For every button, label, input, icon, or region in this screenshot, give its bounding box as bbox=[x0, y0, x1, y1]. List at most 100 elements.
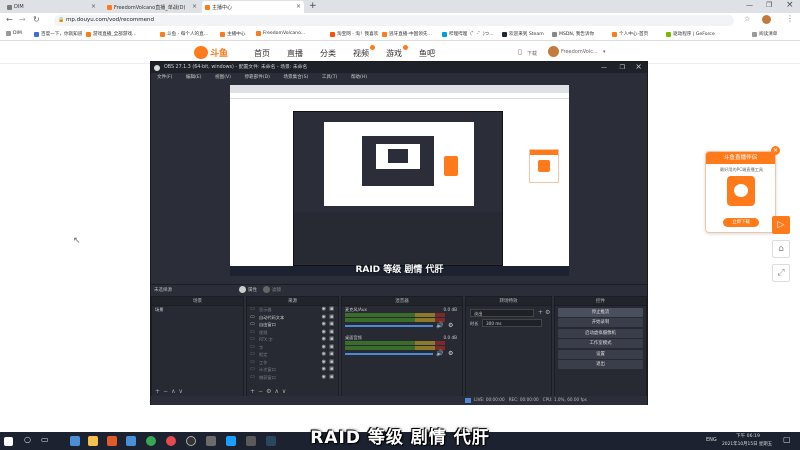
download-link[interactable]: 下载 bbox=[527, 50, 537, 57]
profile-avatar[interactable] bbox=[762, 15, 771, 24]
volume-slider[interactable] bbox=[345, 353, 433, 355]
source-item[interactable]: ▭ 视频 ◉ ▣ bbox=[247, 329, 338, 337]
volume-slider[interactable] bbox=[345, 325, 433, 327]
source-item[interactable]: ▭ 捕获窗口 ◉ ▣ bbox=[247, 374, 338, 382]
eye-icon[interactable]: ◉ bbox=[322, 374, 326, 382]
exit-button[interactable]: 退出 bbox=[558, 360, 643, 369]
bookmark-item[interactable]: 游戏直播_全部游戏... bbox=[86, 31, 136, 37]
douyu-logo[interactable]: 斗鱼 bbox=[194, 44, 238, 61]
duration-field[interactable]: 300 ms bbox=[482, 319, 542, 327]
source-item[interactable]: ▭ 框定 ◉ ▣ bbox=[247, 351, 338, 359]
source-item[interactable]: ▭ RTX 字 ◉ ▣ bbox=[247, 336, 338, 344]
eye-icon[interactable]: ◉ bbox=[322, 344, 326, 352]
stop-streaming-button[interactable]: 停止推流 bbox=[558, 307, 643, 317]
lock-icon[interactable]: ▣ bbox=[329, 336, 334, 344]
download-button[interactable]: 立即下载 bbox=[723, 218, 759, 227]
bookmark-item[interactable]: 驱动程序 | GeForce bbox=[666, 31, 715, 37]
bookmark-item[interactable]: 主播中心 bbox=[220, 31, 245, 37]
source-item[interactable]: ▭ 自由窗口 ◉ ▣ bbox=[247, 321, 338, 329]
nav-live[interactable]: 直播 bbox=[287, 48, 303, 59]
gear-icon[interactable]: ⚙ bbox=[448, 322, 453, 329]
transition-select[interactable]: 淡出 bbox=[470, 309, 534, 317]
star-icon[interactable]: ☆ bbox=[744, 15, 750, 23]
username[interactable]: FreedomVolc... bbox=[561, 49, 598, 55]
expand-icon[interactable]: ⤢ bbox=[772, 264, 790, 282]
nav-games[interactable]: 游戏 bbox=[386, 48, 402, 59]
bookmark-item[interactable]: 斗鱼 - 每个人的直... bbox=[160, 31, 208, 37]
remove-icon[interactable]: − bbox=[163, 388, 171, 395]
minimize-icon[interactable]: — bbox=[601, 62, 607, 73]
filter-icon[interactable] bbox=[263, 286, 270, 293]
lock-icon[interactable]: ▣ bbox=[329, 314, 334, 322]
maximize-icon[interactable]: ❐ bbox=[766, 1, 772, 9]
close-icon[interactable]: × bbox=[296, 3, 301, 10]
lock-icon[interactable]: ▣ bbox=[329, 306, 334, 314]
promo-card[interactable]: 斗鱼直播伴侣 × 最好用的PC端直播工具 立即下载 bbox=[705, 146, 780, 233]
lock-icon[interactable]: ▣ bbox=[329, 366, 334, 374]
gear-icon[interactable]: ⚙ bbox=[545, 309, 550, 316]
bookmark-item[interactable]: 逃牙直播-中国领先... bbox=[382, 31, 432, 37]
start-recording-button[interactable]: 开始录制 bbox=[558, 318, 643, 327]
bookmark-item[interactable]: 个人中心-首页 bbox=[612, 31, 648, 37]
menu-file[interactable]: 文件(F) bbox=[157, 75, 172, 80]
add-icon[interactable]: + bbox=[250, 388, 258, 395]
nav-fishbar[interactable]: 鱼吧 bbox=[419, 48, 435, 59]
bookmark-item[interactable]: 阅读清单 bbox=[752, 31, 777, 37]
bookmark-item[interactable]: FreedomVolcano... bbox=[256, 31, 305, 36]
menu-help[interactable]: 帮助(H) bbox=[351, 75, 367, 80]
up-icon[interactable]: ∧ bbox=[274, 388, 281, 395]
properties-button[interactable]: 属性 bbox=[248, 287, 257, 293]
lock-icon[interactable]: ▣ bbox=[329, 351, 334, 359]
url-field[interactable]: mp.douyu.com/vod/recommend bbox=[54, 15, 734, 26]
eye-icon[interactable]: ◉ bbox=[322, 306, 326, 314]
reload-icon[interactable]: ↻ bbox=[33, 15, 40, 24]
obs-preview[interactable]: RAID 等级 剧情 代肝 bbox=[230, 85, 569, 276]
user-avatar[interactable] bbox=[548, 46, 559, 57]
menu-scene-collection[interactable]: 场景集合(S) bbox=[283, 75, 308, 80]
eye-icon[interactable]: ◉ bbox=[322, 351, 326, 359]
browser-tab[interactable]: DIM × bbox=[4, 1, 99, 13]
filters-button[interactable]: 滤镜 bbox=[272, 287, 281, 293]
phone-icon[interactable]: ▯ bbox=[518, 48, 522, 56]
browser-tab-active[interactable]: 主播中心 × bbox=[202, 1, 304, 13]
menu-tools[interactable]: 工具(T) bbox=[322, 75, 338, 80]
source-item[interactable]: ▭ 字 ◉ ▣ bbox=[247, 344, 338, 352]
source-item[interactable]: ▭ 计次窗口 ◉ ▣ bbox=[247, 366, 338, 374]
scene-item[interactable]: 场景 bbox=[152, 306, 243, 314]
back-icon[interactable]: ← bbox=[6, 15, 13, 24]
down-icon[interactable]: ∨ bbox=[178, 388, 185, 395]
speaker-icon[interactable]: 🔊 bbox=[436, 350, 443, 357]
window-close-icon[interactable]: × bbox=[786, 0, 794, 10]
close-icon[interactable]: × bbox=[91, 3, 96, 10]
eye-icon[interactable]: ◉ bbox=[322, 329, 326, 337]
studio-mode-button[interactable]: 工作室模式 bbox=[558, 339, 643, 348]
browser-tab[interactable]: FreedomVolcano直播_单战(D) × bbox=[104, 1, 200, 13]
eye-icon[interactable]: ◉ bbox=[322, 321, 326, 329]
menu-docks[interactable]: 停靠部件(D) bbox=[244, 75, 270, 80]
close-icon[interactable]: × bbox=[771, 146, 780, 155]
nav-category[interactable]: 分类 bbox=[320, 48, 336, 59]
eye-icon[interactable]: ◉ bbox=[322, 366, 326, 374]
lock-icon[interactable]: ▣ bbox=[329, 374, 334, 382]
bookmark-item[interactable]: MSDN, 我告诉你 bbox=[552, 31, 594, 37]
maximize-icon[interactable]: ❐ bbox=[620, 62, 625, 73]
close-icon[interactable]: × bbox=[192, 3, 197, 10]
source-item[interactable]: ▭ 显示器 ◉ ▣ bbox=[247, 306, 338, 314]
lock-icon[interactable]: ▣ bbox=[329, 359, 334, 367]
menu-view[interactable]: 视图(V) bbox=[215, 75, 231, 80]
bookmark-item[interactable]: 欢迎来到 Steam bbox=[502, 31, 544, 37]
source-item[interactable]: ▭ 自动代码文本 ◉ ▣ bbox=[247, 314, 338, 322]
bookmark-item[interactable]: 百度一下，你就知道 bbox=[34, 31, 82, 37]
lock-icon[interactable]: ▣ bbox=[329, 321, 334, 329]
lock-icon[interactable]: ▣ bbox=[329, 329, 334, 337]
bookmark-item[interactable]: 哔哩哔哩（゜-゜)つ... bbox=[442, 31, 494, 37]
play-icon[interactable]: ▷ bbox=[772, 216, 790, 234]
nav-video[interactable]: 视频 bbox=[353, 48, 369, 59]
settings-button[interactable]: 设置 bbox=[558, 349, 643, 359]
eye-icon[interactable]: ◉ bbox=[322, 359, 326, 367]
source-item[interactable]: ▭ 工作 ◉ ▣ bbox=[247, 359, 338, 367]
minimize-icon[interactable]: — bbox=[746, 1, 753, 9]
add-icon[interactable]: + bbox=[538, 309, 543, 316]
window-close-icon[interactable]: × bbox=[635, 61, 642, 72]
gear-icon[interactable]: ⚙ bbox=[448, 350, 453, 357]
